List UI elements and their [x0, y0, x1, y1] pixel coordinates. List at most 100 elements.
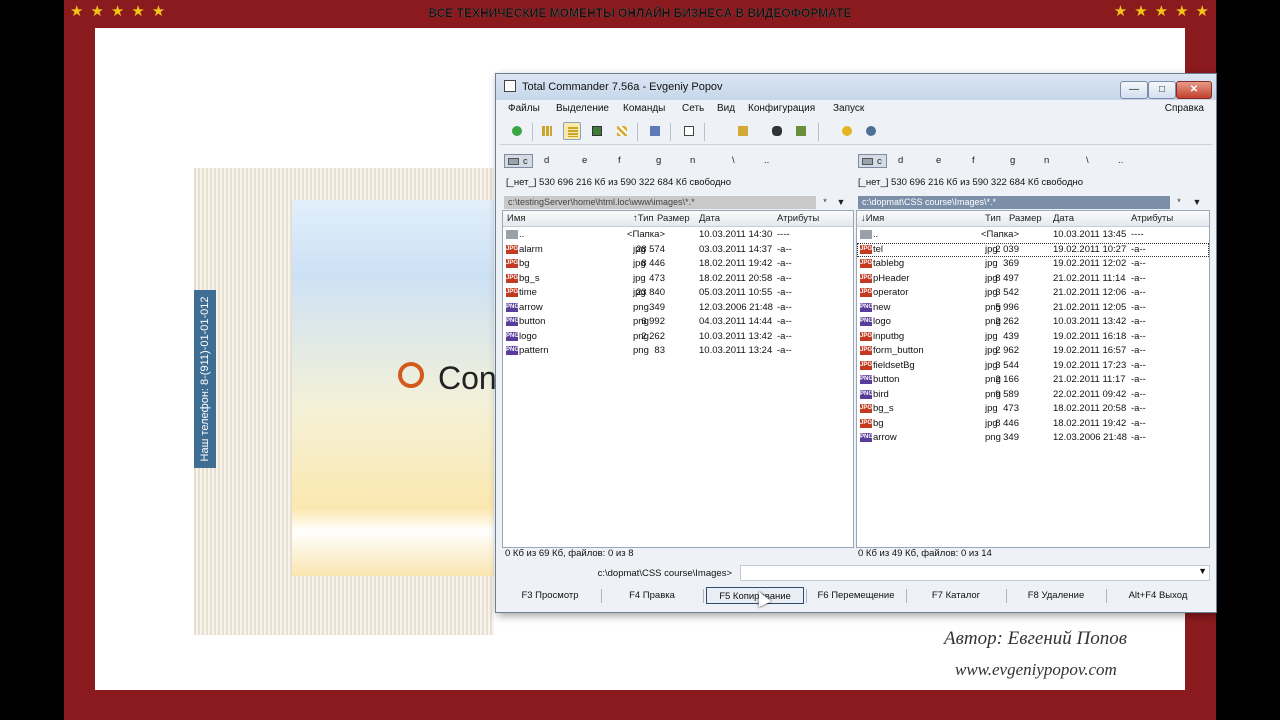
close-button[interactable]: ✕	[1176, 81, 1212, 99]
file-row[interactable]: JPG bg_s jpg 473 18.02.2011 20:58 -a--	[857, 402, 1209, 416]
right-dropdown-icon[interactable]: ▼	[1190, 196, 1204, 209]
right-drive-root[interactable]: \	[1086, 154, 1089, 168]
col-type[interactable]: ↑Тип	[633, 213, 654, 224]
command-dropdown-icon[interactable]: ▼	[1198, 566, 1207, 576]
file-row[interactable]: JPG alarm jpg 28 574 03.03.2011 14:37 -a--	[503, 243, 853, 257]
file-attr: -a--	[1131, 417, 1146, 429]
command-input[interactable]	[740, 565, 1210, 581]
left-history-button[interactable]: *	[818, 196, 832, 209]
left-drive-g[interactable]: g	[656, 154, 661, 168]
command-path: c:\dopmat\CSS course\Images>	[597, 568, 732, 579]
col-type[interactable]: Тип	[985, 213, 1001, 224]
menu-network[interactable]: Сеть	[682, 103, 704, 114]
network-icon[interactable]	[862, 122, 880, 140]
file-row[interactable]: JPG operator jpg 3 542 21.02.2011 12:06 -a--	[857, 286, 1209, 300]
f6-move-button[interactable]: F6 Перемещение	[806, 587, 906, 604]
file-name: arrow	[873, 432, 897, 443]
right-drive-n[interactable]: n	[1044, 154, 1049, 168]
quick-view-icon[interactable]	[680, 122, 698, 140]
col-name[interactable]: Имя	[507, 213, 526, 224]
pack-icon[interactable]	[792, 122, 810, 140]
maximize-button[interactable]: □	[1148, 81, 1176, 99]
f4-edit-button[interactable]: F4 Правка	[602, 587, 702, 604]
file-row[interactable]: .. <Папка> 10.03.2011 13:45 ----	[857, 228, 1209, 242]
png-file-icon: PNG	[506, 317, 520, 326]
file-row[interactable]: PNG bird png 9 589 22.02.2011 09:42 -a--	[857, 388, 1209, 402]
left-dropdown-icon[interactable]: ▼	[834, 196, 848, 209]
file-row[interactable]: JPG pHeader jpg 8 497 21.02.2011 11:14 -a--	[857, 272, 1209, 286]
file-row[interactable]: .. <Папка> 10.03.2011 14:30 ----	[503, 228, 853, 242]
menu-files[interactable]: Файлы	[508, 103, 540, 114]
col-name[interactable]: ↓Имя	[861, 213, 884, 224]
left-drive-d[interactable]: d	[544, 154, 549, 168]
menu-view[interactable]: Вид	[717, 103, 735, 114]
menu-help[interactable]: Справка	[1165, 103, 1204, 114]
col-date[interactable]: Дата	[1053, 213, 1074, 224]
refresh-icon[interactable]	[508, 122, 526, 140]
website-credit: www.evgeniypopov.com	[955, 660, 1117, 679]
left-drive-f[interactable]: f	[618, 154, 621, 168]
file-row[interactable]: PNG button png 6 992 04.03.2011 14:44 -a--	[503, 315, 853, 329]
file-row[interactable]: JPG form_button jpg 2 962 19.02.2011 16:57 -a…	[857, 344, 1209, 358]
file-row[interactable]: PNG pattern png 83 10.03.2011 13:24 -a--	[503, 344, 853, 358]
left-drive-c[interactable]: c	[504, 154, 533, 168]
col-size[interactable]: Размер	[657, 213, 690, 224]
file-row[interactable]: JPG bg_s jpg 473 18.02.2011 20:58 -a--	[503, 272, 853, 286]
file-row[interactable]: JPG time jpg 23 840 05.03.2011 10:55 -a--	[503, 286, 853, 300]
find-icon[interactable]	[768, 122, 786, 140]
right-path[interactable]: c:\dopmat\CSS course\Images\*.*	[858, 196, 1170, 209]
menu-selection[interactable]: Выделение	[556, 103, 609, 114]
col-attr[interactable]: Атрибуты	[1131, 213, 1173, 224]
brief-view-icon[interactable]	[538, 122, 556, 140]
left-drive-root[interactable]: \	[732, 154, 735, 168]
right-file-panel[interactable]: ↓Имя Тип Размер Дата Атрибуты .. <Папка> 1…	[856, 210, 1210, 548]
file-row[interactable]: JPG tel jpg 2 039 19.02.2011 10:27 -a--	[857, 242, 1209, 257]
col-size[interactable]: Размер	[1009, 213, 1042, 224]
total-commander-window[interactable]: Total Commander 7.56a - Evgeniy Popov — …	[495, 73, 1217, 613]
tree-icon[interactable]	[613, 122, 631, 140]
file-row[interactable]: PNG logo png 2 262 10.03.2011 13:42 -a--	[857, 315, 1209, 329]
minimize-button[interactable]: —	[1120, 81, 1148, 99]
left-drive-up[interactable]: ..	[764, 154, 769, 168]
file-row[interactable]: JPG fieldsetBg jpg 3 544 19.02.2011 17:23 -a-…	[857, 359, 1209, 373]
file-row[interactable]: PNG logo png 2 262 10.03.2011 13:42 -a--	[503, 330, 853, 344]
right-drive-f[interactable]: f	[972, 154, 975, 168]
menu-start[interactable]: Запуск	[833, 103, 864, 114]
left-path[interactable]: c:\testingServer\home\html.loc\www\image…	[504, 196, 816, 209]
f8-delete-button[interactable]: F8 Удаление	[1006, 587, 1106, 604]
file-row[interactable]: PNG button png 2 166 21.02.2011 11:17 -a--	[857, 373, 1209, 387]
left-file-panel[interactable]: Имя ↑Тип Размер Дата Атрибуты .. <Папка> 1…	[502, 210, 854, 548]
file-row[interactable]: PNG arrow png 349 12.03.2006 21:48 -a--	[857, 431, 1209, 445]
file-name: pattern	[519, 345, 549, 356]
right-drive-g[interactable]: g	[1010, 154, 1015, 168]
parent-folder-icon	[860, 230, 872, 239]
right-drive-up[interactable]: ..	[1118, 154, 1123, 168]
left-drive-n[interactable]: n	[690, 154, 695, 168]
file-row[interactable]: JPG bg jpg 8 446 18.02.2011 19:42 -a--	[503, 257, 853, 271]
title-bar[interactable]: Total Commander 7.56a - Evgeniy Popov — …	[496, 74, 1216, 100]
thumbnails-icon[interactable]	[588, 122, 606, 140]
right-drive-d[interactable]: d	[898, 154, 903, 168]
file-row[interactable]: PNG arrow png 349 12.03.2006 21:48 -a--	[503, 301, 853, 315]
right-history-button[interactable]: *	[1172, 196, 1186, 209]
file-row[interactable]: JPG inputbg jpg 439 19.02.2011 16:18 -a--	[857, 330, 1209, 344]
col-attr[interactable]: Атрибуты	[777, 213, 819, 224]
file-row[interactable]: JPG bg jpg 8 446 18.02.2011 19:42 -a--	[857, 417, 1209, 431]
file-attr: -a--	[1131, 403, 1146, 414]
alt-f4-exit-button[interactable]: Alt+F4 Выход	[1106, 587, 1210, 604]
f7-mkdir-button[interactable]: F7 Каталог	[906, 587, 1006, 604]
compare-icon[interactable]	[646, 122, 664, 140]
full-view-icon[interactable]	[563, 122, 581, 140]
left-drive-e[interactable]: e	[582, 154, 587, 168]
f3-view-button[interactable]: F3 Просмотр	[500, 587, 600, 604]
file-row[interactable]: PNG new png 5 996 21.02.2011 12:05 -a--	[857, 301, 1209, 315]
menu-configuration[interactable]: Конфигурация	[748, 103, 815, 114]
ftp-icon[interactable]	[734, 122, 752, 140]
right-drive-e[interactable]: e	[936, 154, 941, 168]
file-row[interactable]: JPG tablebg jpg 369 19.02.2011 12:02 -a--	[857, 257, 1209, 271]
phone-tab[interactable]: Наш телефон: 8-(911)-01-01-012	[194, 290, 216, 468]
col-date[interactable]: Дата	[699, 213, 720, 224]
menu-commands[interactable]: Команды	[623, 103, 665, 114]
info-icon[interactable]	[838, 122, 856, 140]
right-drive-c[interactable]: c	[858, 154, 887, 168]
